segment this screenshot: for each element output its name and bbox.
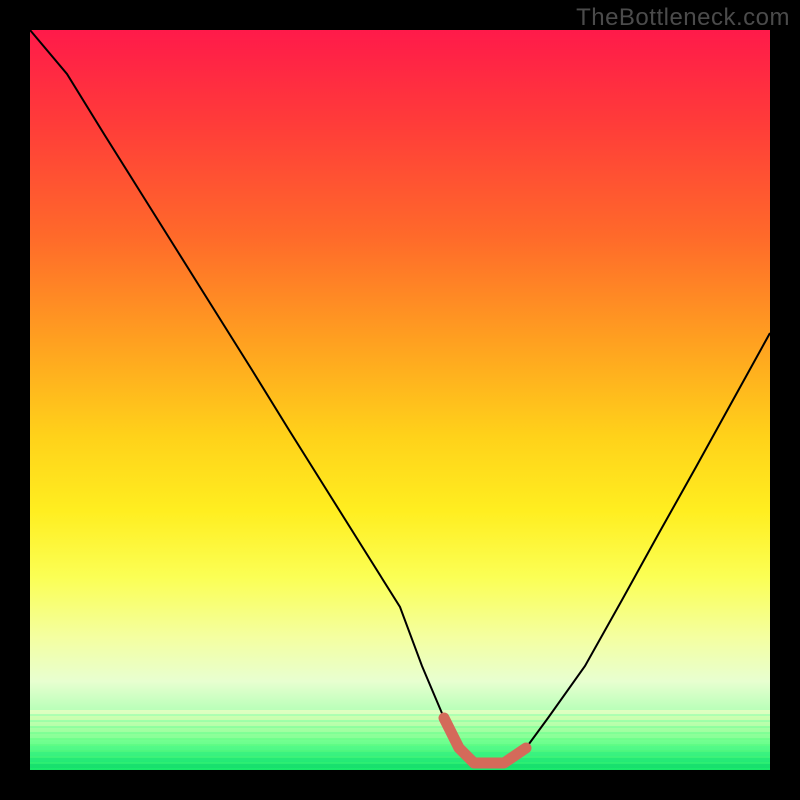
curve-layer (30, 30, 770, 770)
chart-frame: TheBottleneck.com (0, 0, 800, 800)
bottleneck-curve-path (30, 30, 770, 763)
highlight-segment-path (444, 718, 526, 763)
watermark-text: TheBottleneck.com (576, 4, 790, 32)
plot-area (30, 30, 770, 770)
